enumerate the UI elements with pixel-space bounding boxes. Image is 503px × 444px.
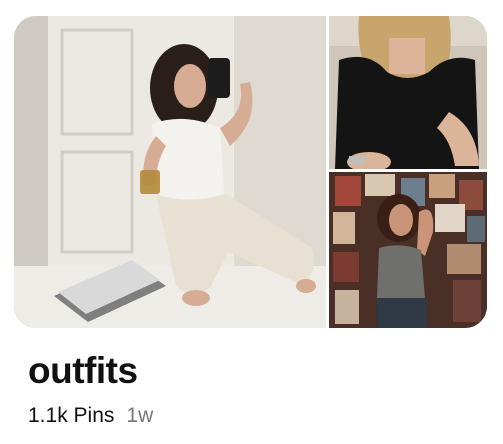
last-updated: 1w xyxy=(126,404,154,427)
board-meta: 1.1k Pins 1w xyxy=(28,403,153,429)
board-card[interactable]: outfits 1.1k Pins 1w xyxy=(0,0,503,444)
secondary-image-top[interactable] xyxy=(329,16,487,169)
secondary-image-bottom[interactable] xyxy=(329,172,487,328)
cover-image[interactable] xyxy=(14,16,326,328)
pin-count: 1.1k Pins xyxy=(28,404,115,427)
board-cover-collage[interactable] xyxy=(14,16,487,328)
board-title[interactable]: outfits xyxy=(28,348,138,394)
